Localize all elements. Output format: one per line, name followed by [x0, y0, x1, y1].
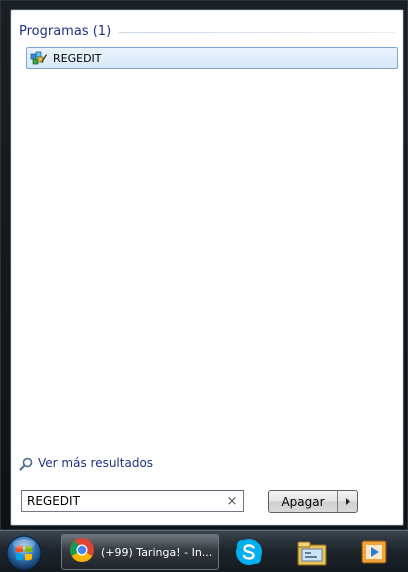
- result-item-regedit[interactable]: REGEDIT: [26, 47, 398, 69]
- start-menu: Programas (1) REGEDIT Ver más resultados…: [0, 0, 408, 530]
- taskbar-item-chrome[interactable]: (+99) Taringa! - In...: [61, 534, 219, 570]
- shutdown-options-button[interactable]: [337, 491, 357, 512]
- search-input[interactable]: [27, 494, 223, 508]
- regedit-icon: [30, 50, 48, 66]
- skype-icon[interactable]: [233, 536, 265, 568]
- search-results-panel: Programas (1) REGEDIT Ver más resultados: [10, 9, 404, 526]
- see-more-results-link[interactable]: Ver más resultados: [19, 456, 154, 471]
- shutdown-button[interactable]: Apagar: [269, 491, 337, 512]
- results-group-title: Programas (1): [19, 24, 112, 39]
- clear-search-icon[interactable]: ×: [223, 494, 241, 509]
- windows-start-orb-icon[interactable]: [4, 533, 44, 572]
- search-box: ×: [21, 490, 244, 512]
- shutdown-split-button: Apagar: [268, 490, 358, 513]
- result-item-label: REGEDIT: [53, 51, 102, 65]
- media-player-icon[interactable]: [358, 536, 390, 568]
- chevron-right-icon: [345, 498, 350, 505]
- taskbar: (+99) Taringa! - In...: [0, 530, 408, 572]
- results-group-header: Programas (1): [19, 24, 395, 39]
- windows-explorer-icon[interactable]: [296, 536, 328, 568]
- see-more-label: Ver más resultados: [38, 456, 154, 470]
- magnifier-icon: [19, 456, 33, 471]
- group-divider: [119, 32, 395, 33]
- taskbar-item-label: (+99) Taringa! - In...: [101, 545, 213, 559]
- chrome-icon: [69, 537, 95, 567]
